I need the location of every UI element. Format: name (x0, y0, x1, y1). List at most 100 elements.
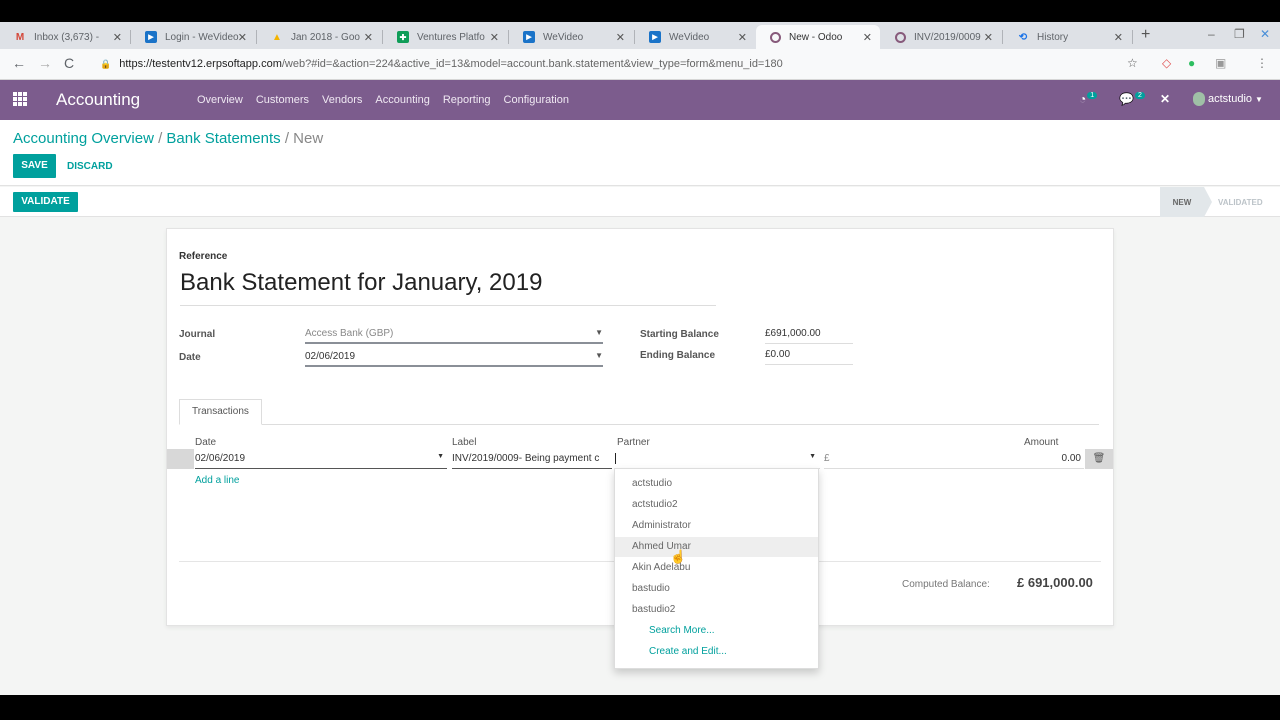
dropdown-item-hovered[interactable]: Ahmed Umar (615, 537, 818, 557)
add-line-link[interactable]: Add a line (195, 475, 239, 486)
browser-tab[interactable]: ⟲ History ✕ (1003, 25, 1131, 49)
breadcrumb-current: New (293, 130, 324, 147)
close-icon[interactable]: ✕ (238, 31, 247, 44)
tab-label: Login - WeVideo (165, 31, 239, 43)
tab-label: Inbox (3,673) - (34, 31, 100, 43)
line-date-input[interactable]: 02/06/2019 ▼ (195, 449, 447, 469)
save-button[interactable]: SAVE (13, 154, 56, 178)
line-label-input[interactable]: INV/2019/0009- Being payment c (452, 449, 612, 469)
dropdown-item[interactable]: bastudio (615, 579, 818, 599)
close-icon[interactable]: ✕ (113, 31, 122, 44)
close-icon[interactable]: ✕ (1114, 31, 1123, 44)
odoo-navbar: Accounting Overview Customers Vendors Ac… (0, 80, 1280, 120)
forward-icon[interactable]: → (38, 55, 52, 71)
new-tab-button[interactable]: + (1141, 26, 1150, 44)
discard-button[interactable]: DISCARD (67, 161, 113, 172)
menu-vendors[interactable]: Vendors (322, 94, 362, 106)
reference-input[interactable]: Bank Statement for January, 2019 (180, 269, 716, 306)
dropdown-item[interactable]: actstudio (615, 474, 818, 494)
user-menu[interactable]: actstudio ▼ (1193, 92, 1263, 106)
drive-icon: ▲ (272, 31, 282, 43)
avatar (1193, 92, 1205, 106)
caret-down-icon: ▼ (437, 453, 444, 460)
extension-icon[interactable]: ◇ (1162, 56, 1171, 70)
apps-menu-icon[interactable] (13, 92, 27, 106)
line-amount-input[interactable]: £ 0.00 (824, 449, 1084, 469)
menu-customers[interactable]: Customers (256, 94, 309, 106)
browser-tab[interactable]: ✚ Ventures Platfo ✕ (383, 25, 507, 49)
line-date-value: 02/06/2019 (195, 453, 246, 464)
starting-balance-input[interactable]: £691,000.00 (765, 328, 853, 344)
tools-icon[interactable]: ✕ (1160, 92, 1170, 106)
hand-cursor-icon: ☝ (670, 549, 687, 564)
activity-button[interactable]: ◔ 1 (1079, 92, 1098, 106)
stage-new: NEW (1160, 187, 1212, 217)
trash-icon[interactable]: 🗑 (1085, 449, 1113, 469)
breadcrumb-bank-statements[interactable]: Bank Statements (166, 130, 280, 147)
close-icon[interactable]: ✕ (863, 31, 872, 44)
create-and-edit-link[interactable]: Create and Edit... (615, 642, 818, 662)
wevideo-icon: ▶ (523, 31, 535, 43)
close-icon[interactable]: ✕ (364, 31, 373, 44)
column-label[interactable]: Label (452, 437, 476, 448)
status-bar: VALIDATE NEW VALIDATED (0, 187, 1280, 217)
chrome-menu-icon[interactable]: ⋮ (1256, 56, 1268, 70)
menu-accounting[interactable]: Accounting (375, 94, 429, 106)
minimize-icon[interactable]: ‒ (1208, 27, 1215, 41)
date-input[interactable]: 02/06/2019 ▼ (305, 351, 603, 367)
activity-badge: 1 (1087, 92, 1098, 99)
messaging-button[interactable]: 💬 2 (1119, 92, 1145, 106)
extension-icon[interactable]: ▣ (1215, 56, 1226, 70)
column-partner[interactable]: Partner (617, 437, 650, 448)
lock-icon: 🔒 (100, 58, 112, 69)
search-more-link[interactable]: Search More... (615, 621, 818, 641)
menu-configuration[interactable]: Configuration (504, 94, 569, 106)
line-partner-input[interactable]: ▼ (615, 449, 820, 469)
url-path: /web?#id=&action=224&active_id=13&model=… (281, 58, 783, 70)
browser-window: M Inbox (3,673) - ✕ ▶ Login - WeVideo ✕ … (0, 22, 1280, 695)
breadcrumb-accounting-overview[interactable]: Accounting Overview (13, 130, 154, 147)
menu-reporting[interactable]: Reporting (443, 94, 491, 106)
close-icon[interactable]: ✕ (616, 31, 625, 44)
ending-balance-input[interactable]: £0.00 (765, 349, 853, 365)
browser-tab[interactable]: M Inbox (3,673) - ✕ (0, 25, 130, 49)
close-icon[interactable]: ✕ (738, 31, 747, 44)
column-amount[interactable]: Amount (1024, 437, 1058, 448)
restore-icon[interactable]: ❐ (1234, 27, 1245, 41)
browser-tab[interactable]: ▶ WeVideo ✕ (509, 25, 633, 49)
window-close-icon[interactable]: ✕ (1260, 27, 1270, 41)
evernote-icon[interactable]: ● (1188, 56, 1195, 70)
browser-tab[interactable]: ▶ WeVideo ✕ (635, 25, 755, 49)
close-icon[interactable]: ✕ (490, 31, 499, 44)
journal-select[interactable]: Access Bank (GBP) ▼ (305, 328, 603, 344)
reload-icon[interactable]: C (64, 55, 74, 71)
stage-validated[interactable]: VALIDATED (1218, 187, 1263, 217)
app-title: Accounting (56, 90, 141, 109)
currency-symbol: £ (824, 453, 830, 464)
back-icon[interactable]: ← (12, 55, 26, 71)
wevideo-icon: ▶ (145, 31, 157, 43)
column-date[interactable]: Date (195, 437, 216, 448)
browser-tab[interactable]: ▲ Jan 2018 - Goo ✕ (257, 25, 381, 49)
browser-tab[interactable]: ▶ Login - WeVideo ✕ (131, 25, 255, 49)
bookmark-star-icon[interactable]: ☆ (1127, 56, 1138, 70)
validate-button[interactable]: VALIDATE (13, 192, 78, 212)
tab-label: Ventures Platfo (417, 31, 485, 43)
sheets-icon: ✚ (397, 31, 409, 43)
wevideo-icon: ▶ (649, 31, 661, 43)
dropdown-item[interactable]: actstudio2 (615, 495, 818, 515)
reference-label: Reference (179, 251, 228, 262)
tab-strip: M Inbox (3,673) - ✕ ▶ Login - WeVideo ✕ … (0, 22, 1280, 49)
browser-tab-active[interactable]: New - Odoo ✕ (756, 25, 880, 49)
dropdown-item[interactable]: Akin Adelabu (615, 558, 818, 578)
browser-tab[interactable]: INV/2019/0009 ✕ (881, 25, 1001, 49)
dropdown-item[interactable]: Administrator (615, 516, 818, 536)
row-handle[interactable] (167, 449, 194, 469)
menu-overview[interactable]: Overview (197, 94, 243, 106)
date-label: Date (179, 352, 201, 363)
close-icon[interactable]: ✕ (984, 31, 993, 44)
url-input[interactable]: 🔒 https://testentv12.erpsoftapp.com /web… (92, 53, 1150, 75)
dropdown-item[interactable]: bastudio2 (615, 600, 818, 620)
tab-transactions[interactable]: Transactions (179, 399, 262, 425)
tab-label: WeVideo (543, 31, 584, 43)
